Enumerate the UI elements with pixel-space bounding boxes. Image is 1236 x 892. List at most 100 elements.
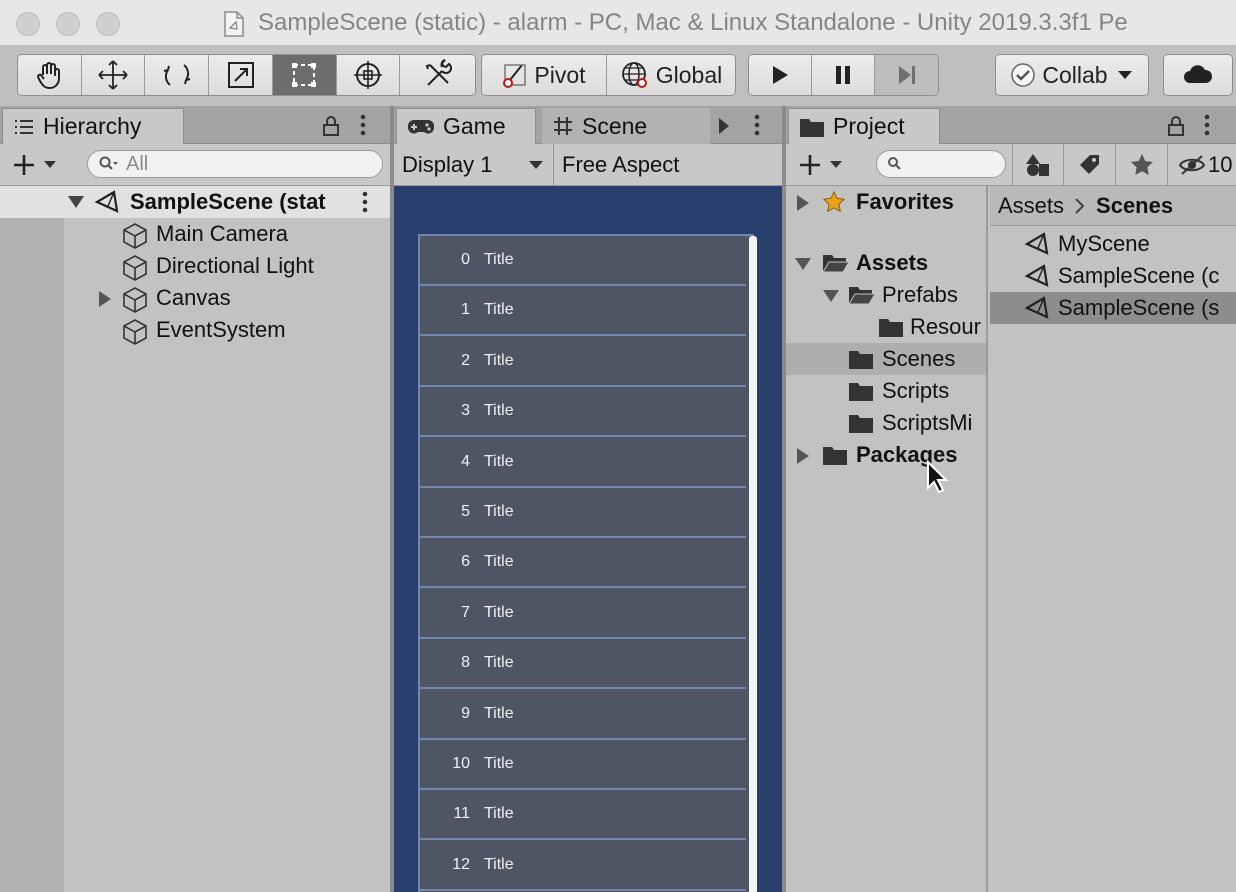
list-row[interactable]: 9 Title [420,689,746,740]
rotate-tool-button[interactable] [145,55,210,95]
save-search-favorite-button[interactable] [1116,144,1168,185]
tab-project[interactable]: Project [788,108,940,144]
list-row[interactable]: 0 Title [420,236,746,286]
scroll-list[interactable]: 0 Title 1 Title 2 Title 3 Title 4 Title 5 Title 6 Tit… [418,234,754,892]
list-row[interactable]: 7 Title [420,588,746,639]
hierarchy-item-canvas[interactable]: Canvas [0,282,390,314]
list-row[interactable]: 2 Title [420,336,746,387]
tree-item-packages[interactable]: Packages [786,439,986,471]
kebab-menu-icon[interactable] [360,114,366,136]
window-zoom-button[interactable] [96,12,120,36]
rect-tool-button[interactable] [272,55,337,95]
hierarchy-item-main-camera[interactable]: Main Camera [0,218,390,250]
star-icon [1130,153,1153,175]
expand-right-arrow-icon[interactable] [98,290,112,308]
list-row[interactable]: 5 Title [420,488,746,538]
dropdown-arrow-icon [529,161,543,169]
list-row[interactable]: 11 Title [420,790,746,841]
expand-down-arrow-icon[interactable] [794,257,812,271]
custom-tool-button[interactable] [400,55,475,95]
panel-divider[interactable] [782,106,786,892]
breadcrumb-assets[interactable]: Assets [998,193,1064,219]
tab-overflow-arrow-icon[interactable] [717,117,731,135]
hierarchy-item-directional-light[interactable]: Directional Light [0,250,390,282]
panel-divider[interactable] [390,106,394,892]
step-button[interactable] [875,55,938,95]
tree-item-assets[interactable]: Assets [786,247,986,279]
project-search-input[interactable] [876,150,1006,178]
folder-open-icon [822,255,850,273]
window-close-button[interactable] [16,12,40,36]
breadcrumb-scenes[interactable]: Scenes [1096,193,1173,219]
cloud-services-button[interactable] [1164,55,1232,95]
tab-game[interactable]: Game [396,108,536,144]
scale-tool-button[interactable] [209,55,273,95]
tree-item-resources[interactable]: Resour [786,311,986,343]
display-dropdown[interactable]: Display 1 [394,144,554,185]
pivot-toggle-button[interactable]: Pivot [482,55,607,95]
list-scrollbar[interactable] [749,236,757,892]
scripts-label: Scripts [882,378,950,403]
expand-right-arrow-icon[interactable] [796,447,810,465]
play-button[interactable] [749,55,812,95]
file-label: MyScene [1058,231,1150,256]
add-create-icon[interactable] [12,153,58,177]
hand-tool-button[interactable] [18,55,82,95]
row-title: Title [484,805,514,823]
row-title: Title [484,855,514,873]
list-row[interactable]: 3 Title [420,387,746,438]
tree-item-scripts[interactable]: Scripts [786,375,986,407]
window-minimize-button[interactable] [56,12,80,36]
global-toggle-button[interactable]: Global [607,55,735,95]
lock-icon[interactable] [1166,115,1186,137]
tab-scene[interactable]: Scene [542,108,710,144]
tree-item-prefabs[interactable]: Prefabs [786,279,986,311]
expand-down-arrow-icon[interactable] [822,289,840,303]
list-row[interactable]: 8 Title [420,639,746,690]
file-item-samplescene-s[interactable]: SampleScene (s [990,292,1236,324]
row-number: 8 [461,654,470,672]
eye-hidden-icon [1178,154,1206,175]
row-number: 3 [461,402,470,420]
filter-by-label-button[interactable] [1064,144,1116,185]
row-title: Title [484,654,514,672]
expand-right-arrow-icon[interactable] [796,194,810,212]
file-item-myscene[interactable]: MyScene [990,228,1236,260]
list-row[interactable]: 6 Title [420,538,746,589]
main-toolbar: Pivot Global Collab [0,46,1236,106]
pivot-icon [503,64,527,88]
unity-scene-icon [1024,232,1049,255]
aspect-dropdown[interactable]: Free Aspect [554,144,782,185]
hand-icon [37,62,61,90]
kebab-menu-icon[interactable] [1204,114,1210,136]
tab-hierarchy[interactable]: Hierarchy [2,108,184,144]
project-folder-tree: Favorites Assets Prefabs Resour Scenes S… [786,186,988,892]
row-title: Title [484,755,514,772]
transform-tool-button[interactable] [336,55,401,95]
scene-row[interactable]: SampleScene (stat [0,186,390,218]
hierarchy-item-event-system[interactable]: EventSystem [0,314,390,346]
tree-item-scripts-mi[interactable]: ScriptsMi [786,407,986,439]
tree-item-scenes[interactable]: Scenes [786,343,986,375]
list-row[interactable]: 10 Title [420,740,746,790]
tree-item-favorites[interactable]: Favorites [786,186,986,218]
filter-by-type-button[interactable] [1012,144,1064,185]
list-row[interactable]: 4 Title [420,437,746,488]
add-create-icon[interactable] [798,153,844,177]
display-label: Display 1 [402,151,493,177]
game-viewport[interactable]: 0 Title 1 Title 2 Title 3 Title 4 Title 5 Title 6 Tit… [394,186,782,892]
play-icon [773,66,788,84]
move-tool-button[interactable] [81,55,146,95]
search-placeholder: All [126,152,149,175]
list-row[interactable]: 1 Title [420,286,746,337]
list-row[interactable]: 12 Title [420,840,746,891]
scene-kebab-icon[interactable] [362,191,368,213]
lock-icon[interactable] [321,115,341,137]
file-item-samplescene-c[interactable]: SampleScene (c [990,260,1236,292]
expand-down-arrow-icon[interactable] [67,195,85,209]
collab-dropdown-button[interactable]: Collab [996,55,1148,95]
hierarchy-search-input[interactable]: All [87,150,383,178]
hidden-packages-toggle[interactable]: 10 [1170,144,1236,185]
pause-button[interactable] [812,55,875,95]
kebab-menu-icon[interactable] [754,114,760,136]
